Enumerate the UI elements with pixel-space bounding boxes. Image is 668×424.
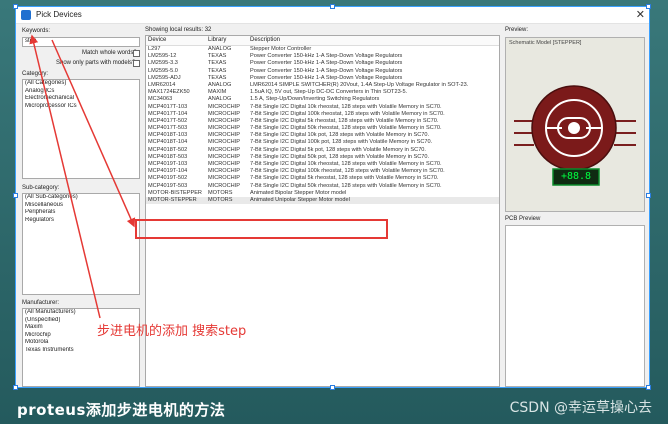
annotation-text: 步进电机的添加 搜索step bbox=[97, 324, 247, 339]
selected-device-highlight bbox=[135, 219, 388, 239]
footer-title: proteus添加步进电机的方法 bbox=[17, 401, 226, 419]
annotation-arrows bbox=[29, 34, 136, 319]
watermark: CSDN @幸运草操心去 bbox=[509, 400, 652, 416]
